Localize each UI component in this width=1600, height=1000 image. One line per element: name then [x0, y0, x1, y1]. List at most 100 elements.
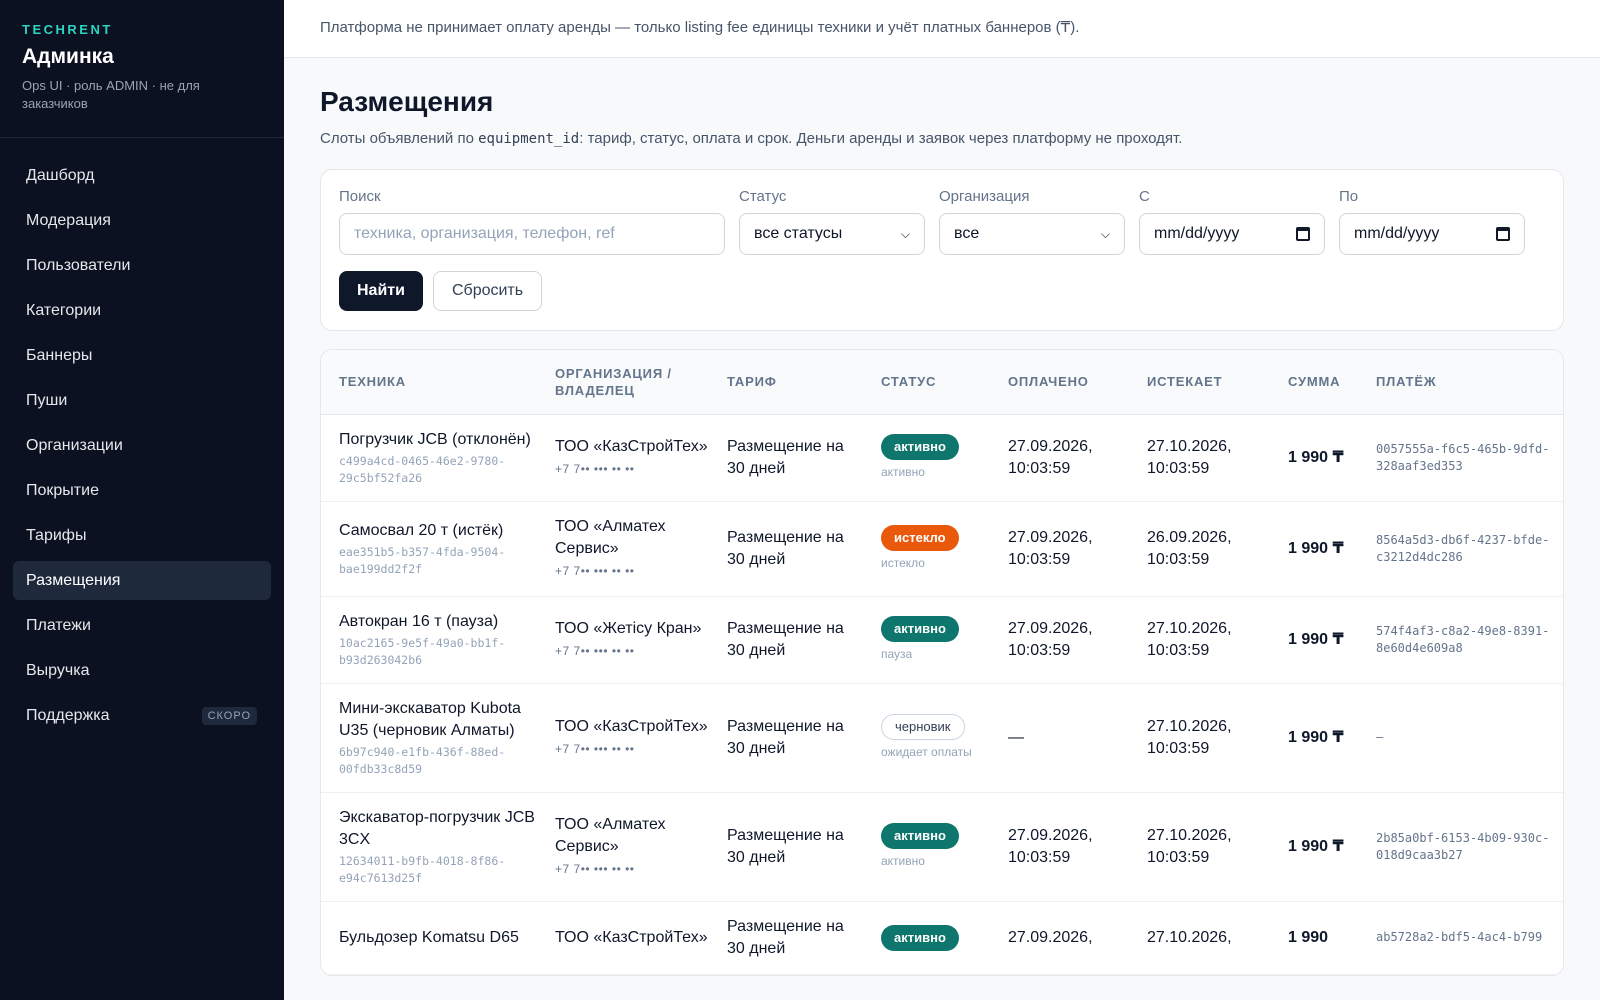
status-badge: истекло [881, 525, 959, 551]
sidebar-item[interactable]: Поддержка СКОРО [13, 696, 271, 735]
main-area: Платформа не принимает оплату аренды — т… [284, 0, 1600, 1000]
sidebar-item-label: Выручка [26, 662, 90, 679]
sidebar-item[interactable]: Выручка [13, 651, 271, 690]
cell-tariff: Размещение на 30 дней [709, 792, 863, 902]
date-from-value: mm/dd/yyyy [1154, 225, 1240, 242]
brand-tag: TECHRENT [22, 22, 113, 37]
search-input[interactable]: техника, организация, телефон, ref [339, 213, 725, 255]
sidebar-item[interactable]: Размещения [13, 561, 271, 600]
table-row[interactable]: Автокран 16 т (пауза) 10ac2165-9e5f-49a0-… [321, 596, 1563, 684]
date-from-input[interactable]: mm/dd/yyyy [1139, 213, 1325, 255]
sidebar-item[interactable]: Пользователи [13, 246, 271, 285]
page-description: Слоты объявлений по equipment_id: тариф,… [320, 130, 1564, 147]
sidebar-item[interactable]: Модерация [13, 201, 271, 240]
sidebar-item-label: Тарифы [26, 527, 87, 544]
cell-amount: 1 990 ₸ [1270, 414, 1358, 502]
table-row[interactable]: Бульдозер Komatsu D65 ТОО «КазСтройТех» Ра… [321, 901, 1563, 975]
org-name: ТОО «КазСтройТех» [555, 717, 708, 735]
find-button[interactable]: Найти [339, 271, 423, 311]
column-header-payment[interactable]: ПЛАТЁЖ [1358, 350, 1563, 415]
table-row[interactable]: Экскаватор-погрузчик JCB 3CX 12634011-b9f… [321, 792, 1563, 902]
sidebar-item[interactable]: Покрытие [13, 471, 271, 510]
column-header-equipment[interactable]: ТЕХНИКА [321, 350, 537, 415]
cell-payment[interactable]: 574f4af3-c8a2-49e8-8391-8e60d4e609a8 [1358, 596, 1563, 684]
org-phone: +7 7•• ••• •• •• [555, 461, 635, 476]
date-to-input[interactable]: mm/dd/yyyy [1339, 213, 1525, 255]
cell-amount: 1 990 [1270, 901, 1358, 975]
equipment-id: 10ac2165-9e5f-49a0-bb1f-b93d263042b6 [339, 635, 506, 667]
equipment-name[interactable]: Автокран 16 т (пауза) [339, 611, 537, 633]
equipment-name[interactable]: Бульдозер Komatsu D65 [339, 927, 537, 949]
equipment-id: 6b97c940-e1fb-436f-88ed-00fdb33c8d59 [339, 744, 506, 776]
cell-amount: 1 990 ₸ [1270, 596, 1358, 684]
cell-paid: — [990, 683, 1129, 793]
cell-equipment: Мини-экскаватор Kubota U35 (черновик Алм… [321, 683, 537, 793]
sidebar-item[interactable]: Баннеры [13, 336, 271, 375]
status-badge: активно [881, 823, 959, 849]
equipment-name[interactable]: Мини-экскаватор Kubota U35 (черновик Алм… [339, 698, 537, 742]
date-from-group: С mm/dd/yyyy [1139, 188, 1325, 255]
column-header-org[interactable]: ОРГАНИЗАЦИЯ / ВЛАДЕЛЕЦ [537, 350, 709, 415]
cell-equipment: Погрузчик JCB (отклонён) c499a4cd-0465-46… [321, 414, 537, 502]
org-name: ТОО «Жетісу Кран» [555, 619, 702, 637]
cell-org: ТОО «Алматех Сервис» +7 7•• ••• •• •• [537, 792, 709, 902]
status-label: Статус [739, 188, 787, 205]
cell-org: ТОО «КазСтройТех» +7 7•• ••• •• •• [537, 414, 709, 502]
cell-tariff: Размещение на 30 дней [709, 596, 863, 684]
status-select[interactable]: все статусы ⌵ [739, 213, 925, 255]
sidebar: TECHRENT Админка Ops UI · роль ADMIN · н… [0, 0, 284, 1000]
cell-org: ТОО «Жетісу Кран» +7 7•• ••• •• •• [537, 596, 709, 684]
equipment-name[interactable]: Погрузчик JCB (отклонён) [339, 429, 537, 451]
sidebar-item[interactable]: Дашборд [13, 156, 271, 195]
table-row[interactable]: Самосвал 20 т (истёк) eae351b5-b357-4fda-… [321, 501, 1563, 597]
page-title: Размещения [320, 86, 494, 117]
table-row[interactable]: Мини-экскаватор Kubota U35 (черновик Алм… [321, 683, 1563, 793]
org-phone: +7 7•• ••• •• •• [555, 563, 635, 578]
cell-payment[interactable]: 0057555a-f6c5-465b-9dfd-328aaf3ed353 [1358, 414, 1563, 502]
app-subtitle: Ops UI · роль ADMIN · не для заказчиков [22, 78, 200, 111]
cell-payment[interactable]: 8564a5d3-db6f-4237-bfde-c3212d4dc286 [1358, 501, 1563, 597]
cell-payment[interactable]: ab5728a2-bdf5-4ac4-b799 [1358, 901, 1563, 975]
cell-payment[interactable]: – [1358, 683, 1563, 793]
date-to-label: По [1339, 188, 1359, 205]
org-group: Организация все ⌵ [939, 188, 1125, 255]
calendar-icon[interactable] [1496, 227, 1510, 241]
status-group: Статус все статусы ⌵ [739, 188, 925, 255]
page-description-code: equipment_id [478, 131, 580, 147]
org-name: ТОО «КазСтройТех» [555, 928, 708, 946]
equipment-name[interactable]: Экскаватор-погрузчик JCB 3CX [339, 807, 537, 851]
status-badge: черновик [881, 714, 965, 740]
org-select[interactable]: все ⌵ [939, 213, 1125, 255]
column-header-paid[interactable]: ОПЛАЧЕНО [990, 350, 1129, 415]
cell-paid: 27.09.2026, [990, 901, 1129, 975]
equipment-name[interactable]: Самосвал 20 т (истёк) [339, 520, 537, 542]
sidebar-item[interactable]: Категории [13, 291, 271, 330]
sidebar-item-label: Дашборд [26, 167, 95, 184]
column-header-expires[interactable]: ИСТЕКАЕТ [1129, 350, 1270, 415]
cell-status: черновик ожидает оплаты [863, 683, 990, 793]
org-phone: +7 7•• ••• •• •• [555, 643, 635, 658]
equipment-id: 12634011-b9fb-4018-8f86-e94c7613d25f [339, 853, 506, 885]
status-select-value: все статусы [754, 225, 843, 242]
equipment-id: c499a4cd-0465-46e2-9780-29c5bf52fa26 [339, 453, 506, 485]
cell-status: активно пауза [863, 596, 990, 684]
sidebar-item[interactable]: Организации [13, 426, 271, 465]
status-badge: активно [881, 924, 959, 951]
calendar-icon[interactable] [1296, 227, 1310, 241]
sidebar-item[interactable]: Платежи [13, 606, 271, 645]
cell-tariff: Размещение на 30 дней [709, 683, 863, 793]
sidebar-item-label: Организации [26, 437, 123, 454]
sidebar-item[interactable]: Тарифы [13, 516, 271, 555]
cell-payment[interactable]: 2b85a0bf-6153-4b09-930c-018d9caa3b27 [1358, 792, 1563, 902]
cell-tariff: Размещение на 30 дней [709, 501, 863, 597]
column-header-tariff[interactable]: ТАРИФ [709, 350, 863, 415]
cell-amount: 1 990 ₸ [1270, 501, 1358, 597]
cell-expires: 26.09.2026, 10:03:59 [1129, 501, 1270, 597]
date-to-group: По mm/dd/yyyy [1339, 188, 1525, 255]
search-label: Поиск [339, 188, 381, 205]
column-header-status[interactable]: СТАТУС [863, 350, 990, 415]
column-header-amount[interactable]: СУММА [1270, 350, 1358, 415]
sidebar-item[interactable]: Пуши [13, 381, 271, 420]
table-row[interactable]: Погрузчик JCB (отклонён) c499a4cd-0465-46… [321, 414, 1563, 502]
reset-button[interactable]: Сбросить [432, 271, 543, 311]
